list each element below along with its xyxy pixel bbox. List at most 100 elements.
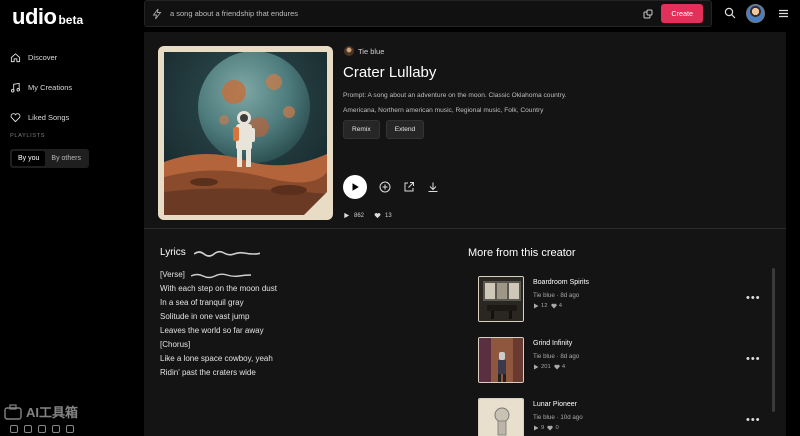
lyric-line: [Verse] — [160, 268, 277, 282]
play-count-icon — [344, 212, 350, 219]
watermark-text: AI工具箱 — [26, 405, 79, 420]
song-stats: 862 13 — [343, 212, 392, 219]
scrollbar[interactable] — [772, 268, 775, 412]
track-thumbnail — [478, 276, 524, 322]
track-more-options-icon[interactable]: ••• — [746, 414, 761, 426]
track-meta: Tie blue · 10d ago — [533, 414, 583, 421]
artist-name: Tie blue — [358, 46, 385, 56]
track-title: Grind Infinity — [533, 340, 573, 347]
sidebar-nav: Discover My Creations Liked Songs — [10, 42, 134, 132]
download-icon[interactable] — [427, 181, 439, 193]
play-icon — [352, 183, 359, 191]
play-count-icon — [534, 303, 539, 309]
lyrics-heading: Lyrics — [160, 247, 260, 258]
playlists-heading: PLAYLISTS — [10, 133, 46, 139]
logo-text: udio — [12, 4, 57, 29]
sidebar-item-discover[interactable]: Discover — [10, 42, 134, 72]
extend-button[interactable]: Extend — [385, 120, 425, 139]
heart-icon — [554, 364, 560, 370]
song-cover-art — [158, 46, 333, 220]
track-thumbnail — [478, 337, 524, 383]
song-title: Crater Lullaby — [343, 64, 437, 81]
lyric-line: Like a lone space cowboy, yeah — [160, 354, 273, 363]
song-page: Tie blue Crater Lullaby Prompt: A song a… — [144, 32, 786, 436]
sidebar-item-liked-songs[interactable]: Liked Songs — [10, 102, 134, 132]
artist-link[interactable]: Tie blue — [344, 46, 384, 56]
play-button[interactable] — [343, 175, 367, 199]
more-from-creator-heading: More from this creator — [468, 247, 576, 259]
astronaut-moon-artwork — [164, 52, 327, 215]
player-controls — [343, 175, 439, 199]
search-icon[interactable] — [724, 7, 736, 19]
music-note-icon — [11, 82, 20, 92]
like-count: 13 — [385, 212, 392, 219]
home-icon — [10, 52, 21, 62]
heart-icon — [10, 112, 21, 122]
play-count-icon — [534, 425, 539, 431]
track-more-options-icon[interactable]: ••• — [746, 292, 761, 304]
dice-icon[interactable] — [643, 9, 653, 19]
playlist-filter: By you By others — [10, 149, 89, 168]
tab-by-you[interactable]: By you — [12, 151, 46, 166]
toolbox-icon — [4, 403, 22, 420]
creator-track[interactable]: Grind Infinity Tie blue · 8d ago 201 4 •… — [478, 337, 778, 387]
menu-icon[interactable] — [778, 8, 789, 19]
heart-icon — [547, 425, 554, 431]
song-hero: Tie blue Crater Lullaby Prompt: A song a… — [144, 32, 786, 228]
song-prompt: Prompt: A song about an adventure on the… — [343, 92, 567, 99]
song-actions: Remix Extend — [343, 120, 425, 139]
user-avatar[interactable] — [746, 4, 765, 23]
lyric-line: In a sea of tranquil gray — [160, 298, 244, 307]
redaction-scribble — [193, 250, 260, 257]
track-stats: 201 4 — [533, 364, 579, 370]
lyric-line: [Chorus] — [160, 340, 191, 349]
sidebar-item-label: Liked Songs — [28, 112, 70, 122]
sidebar: udio beta Discover My Creations Liked So… — [0, 0, 144, 436]
lyric-line: Leaves the world so far away — [160, 326, 264, 335]
creator-track[interactable]: Boardroom Spirits Tie blue · 8d ago 12 4… — [478, 276, 778, 326]
logo-badge: beta — [58, 13, 84, 27]
sidebar-item-label: My Creations — [28, 82, 73, 92]
track-info: Lunar Pioneer Tie blue · 10d ago 9 0 — [533, 398, 583, 436]
watermark: AI工具箱 — [4, 402, 78, 421]
twitter-icon[interactable] — [10, 425, 18, 433]
track-meta: Tie blue · 8d ago — [533, 292, 580, 299]
track-thumbnail — [478, 398, 524, 436]
instagram-icon[interactable] — [24, 425, 32, 433]
lyric-line: Solitude in one vast jump — [160, 312, 250, 321]
play-count: 862 — [354, 212, 365, 219]
create-button[interactable]: Create — [661, 4, 703, 23]
song-tags[interactable]: Americana, Northern american music, Regi… — [343, 107, 543, 114]
reddit-icon[interactable] — [66, 425, 74, 433]
prompt-input[interactable]: a song about a friendship that endures — [170, 9, 643, 18]
social-links — [10, 425, 74, 433]
tab-by-others[interactable]: By others — [45, 151, 87, 166]
redaction-scribble — [190, 273, 251, 278]
track-meta: Tie blue · 8d ago — [533, 353, 580, 360]
lyric-line: With each step on the moon dust — [160, 284, 277, 293]
track-stats: 12 4 — [533, 303, 589, 309]
track-info: Grind Infinity Tie blue · 8d ago 201 4 — [533, 337, 579, 387]
artist-avatar — [344, 46, 354, 56]
track-info: Boardroom Spirits Tie blue · 8d ago 12 4 — [533, 276, 589, 326]
lyric-line: Ridin' past the craters wide — [160, 368, 256, 377]
lightning-icon — [152, 8, 162, 19]
track-title: Boardroom Spirits — [533, 279, 590, 286]
track-title: Lunar Pioneer — [533, 401, 577, 408]
lyrics-body: [Verse] With each step on the moon dust … — [160, 268, 277, 380]
share-icon[interactable] — [403, 181, 415, 193]
sidebar-item-label: Discover — [28, 52, 58, 62]
prompt-bar: a song about a friendship that endures C… — [144, 0, 712, 27]
play-count-icon — [534, 364, 539, 370]
lyrics-title: Lyrics — [160, 247, 186, 258]
tiktok-icon[interactable] — [52, 425, 60, 433]
creator-track[interactable]: Lunar Pioneer Tie blue · 10d ago 9 0 ••• — [478, 398, 778, 436]
like-icon[interactable] — [374, 212, 381, 219]
udio-logo[interactable]: udio beta — [12, 4, 83, 30]
discord-icon[interactable] — [38, 425, 46, 433]
section-divider — [144, 228, 786, 229]
add-to-playlist-icon[interactable] — [379, 181, 391, 193]
remix-button[interactable]: Remix — [343, 120, 380, 139]
track-more-options-icon[interactable]: ••• — [746, 353, 761, 365]
sidebar-item-my-creations[interactable]: My Creations — [10, 72, 134, 102]
